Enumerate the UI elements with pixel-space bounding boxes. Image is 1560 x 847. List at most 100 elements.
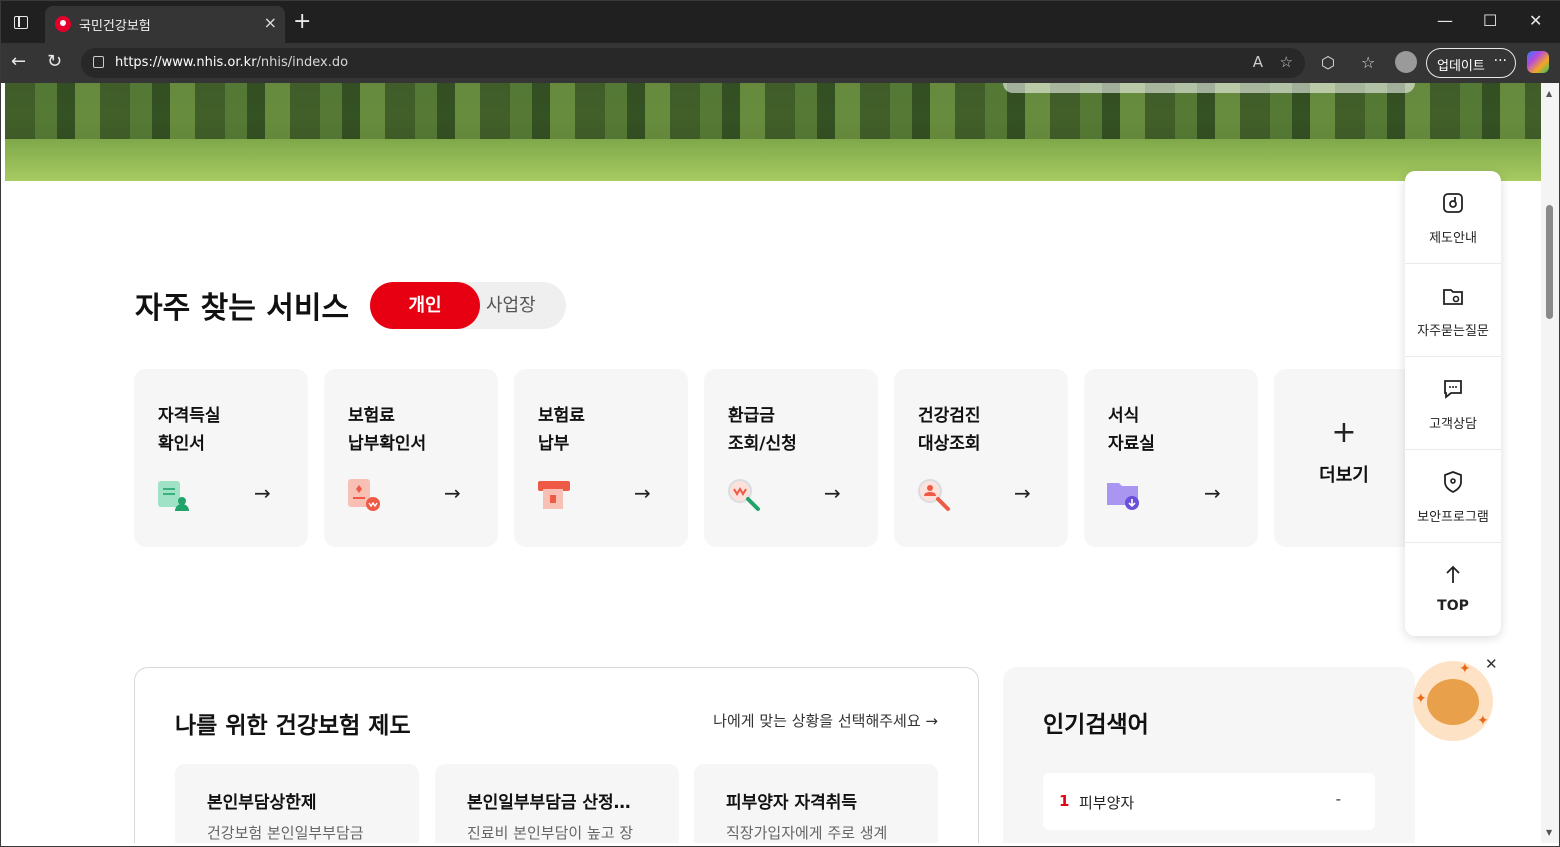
mascot-close-button[interactable]: ✕ — [1485, 655, 1498, 673]
read-aloud-icon[interactable]: A — [1253, 53, 1263, 71]
payment-receipt-icon — [348, 479, 380, 511]
service-card[interactable]: 보험료 납부 → — [514, 369, 688, 547]
tab-bar: 국민건강보험 × + — ☐ ✕ — [1, 1, 1560, 43]
folder-download-icon — [1107, 483, 1139, 510]
leaf-icon: ✦ — [1415, 691, 1427, 707]
popular-rank: 1 — [1059, 792, 1070, 810]
quick-menu-top[interactable]: TOP — [1405, 543, 1501, 636]
popular-search-panel: 인기검색어 1 피부양자 - — [1003, 667, 1415, 843]
service-card-title: 환급금 — [728, 406, 775, 426]
service-card-subtitle: 확인서 — [158, 434, 205, 454]
insurance-card-title: 피부양자 자격취득 — [726, 793, 858, 813]
quick-menu-consult[interactable]: 고객상담 — [1405, 357, 1501, 450]
service-card[interactable]: 서식 자료실 → — [1084, 369, 1258, 547]
page-scrollbar[interactable]: ▲ ▼ — [1541, 83, 1559, 843]
arrow-right-icon: → — [824, 481, 841, 505]
insurance-card-title: 본인일부부담금 산정… — [467, 793, 631, 813]
checkup-search-icon — [918, 479, 950, 511]
quick-menu-label: 고객상담 — [1429, 417, 1477, 432]
scroll-thumb[interactable] — [1546, 205, 1553, 319]
window-close-button[interactable]: ✕ — [1529, 11, 1542, 30]
service-card-subtitle: 자료실 — [1108, 434, 1155, 454]
address-bar[interactable]: https://www.nhis.or.kr/nhis/index.do A ☆ — [81, 48, 1305, 78]
arrow-right-icon: → — [1014, 481, 1031, 505]
arrow-up-icon — [1446, 565, 1460, 583]
insurance-card[interactable]: 피부양자 자격취득 직장가입자에게 주로 생계 — [694, 764, 938, 843]
toggle-business[interactable]: 사업장 — [486, 282, 536, 329]
scroll-down-icon[interactable]: ▼ — [1546, 828, 1552, 837]
tab-actions-icon[interactable] — [9, 11, 33, 35]
popular-keyword: 피부양자 — [1079, 794, 1135, 812]
service-card-subtitle: 납부확인서 — [348, 434, 427, 454]
service-card-title: 건강검진 — [918, 406, 981, 426]
quick-menu-label: 보안프로그램 — [1417, 510, 1489, 525]
toggle-personal[interactable]: 개인 — [370, 282, 480, 329]
insurance-card[interactable]: 본인일부부담금 산정… 진료비 본인부담이 높고 장 — [435, 764, 679, 843]
update-label: 업데이트 — [1437, 59, 1485, 74]
update-button[interactable]: 업데이트 ··· — [1426, 48, 1516, 78]
page-content: 자주 찾는 서비스 개인 사업장 자격득실 확인서 → 보험료 납부확인서 → … — [5, 83, 1541, 843]
arrow-right-icon: → — [634, 481, 651, 505]
insurance-card-desc: 직장가입자에게 주로 생계 — [726, 824, 888, 842]
quick-menu: 제도안내 자주묻는질문 고객상담 보안프로그램 TOP — [1405, 171, 1501, 636]
more-icon[interactable]: ··· — [1494, 53, 1507, 69]
service-card-title: 서식 — [1108, 406, 1140, 426]
nhis-favicon-icon — [55, 16, 71, 32]
payment-icon — [538, 481, 570, 509]
arrow-right-icon: → — [444, 481, 461, 505]
url-text[interactable]: https://www.nhis.or.kr/nhis/index.do — [115, 55, 348, 70]
quick-menu-label: TOP — [1437, 598, 1469, 614]
situation-select-link[interactable]: 나에게 맞는 상황을 선택해주세요 → — [713, 710, 938, 731]
tab-title: 국민건강보험 — [79, 19, 151, 34]
plus-icon: + — [1331, 415, 1357, 450]
favorites-icon[interactable]: ☆ — [1361, 53, 1375, 72]
guide-icon — [1443, 193, 1463, 213]
insurance-card[interactable]: 본인부담상한제 건강보험 본인일부부담금 — [175, 764, 419, 843]
browser-tab[interactable]: 국민건강보험 × — [45, 6, 285, 43]
extensions-icon[interactable]: ⬡ — [1321, 53, 1335, 72]
quick-menu-security[interactable]: 보안프로그램 — [1405, 450, 1501, 543]
service-card[interactable]: 자격득실 확인서 → — [134, 369, 308, 547]
leaf-icon: ✦ — [1459, 661, 1471, 677]
quick-menu-label: 제도안내 — [1429, 231, 1477, 246]
popular-change: - — [1335, 790, 1341, 808]
service-card[interactable]: 환급금 조회/신청 → — [704, 369, 878, 547]
service-card-title: 자격득실 — [158, 406, 221, 426]
hero-banner-image — [5, 83, 1541, 181]
service-card-subtitle: 조회/신청 — [728, 434, 797, 454]
services-title: 자주 찾는 서비스 — [135, 291, 350, 326]
service-card[interactable]: 건강검진 대상조회 → — [894, 369, 1068, 547]
more-services-card[interactable]: + 더보기 — [1274, 369, 1414, 547]
reload-button[interactable]: ↻ — [47, 51, 62, 73]
back-button[interactable]: ← — [11, 51, 26, 73]
insurance-card-desc: 진료비 본인부담이 높고 장 — [467, 824, 634, 842]
browser-window: 국민건강보험 × + — ☐ ✕ ← ↻ https://www.nhis.or… — [0, 0, 1560, 847]
service-type-toggle: 개인 사업장 — [370, 282, 566, 329]
popular-search-item[interactable]: 1 피부양자 - — [1043, 773, 1375, 830]
new-tab-button[interactable]: + — [293, 10, 311, 34]
tab-close-icon[interactable]: × — [264, 14, 277, 32]
insurance-title: 나를 위한 건강보험 제도 — [175, 713, 411, 739]
shield-icon — [1444, 471, 1462, 494]
insurance-system-panel: 나를 위한 건강보험 제도 나에게 맞는 상황을 선택해주세요 → 본인부담상한… — [134, 667, 979, 843]
navigation-bar: ← ↻ https://www.nhis.or.kr/nhis/index.do… — [1, 43, 1560, 83]
quick-menu-guide[interactable]: 제도안내 — [1405, 171, 1501, 264]
maximize-button[interactable]: ☐ — [1483, 11, 1497, 30]
refund-search-icon — [728, 479, 760, 511]
favorite-star-icon[interactable]: ☆ — [1280, 53, 1293, 71]
arrow-right-icon: → — [254, 481, 271, 505]
lock-icon[interactable] — [93, 56, 104, 68]
minimize-button[interactable]: — — [1437, 11, 1453, 30]
chat-icon — [1444, 380, 1462, 399]
service-card-title: 보험료 — [538, 406, 585, 426]
more-label: 더보기 — [1319, 465, 1369, 486]
service-card[interactable]: 보험료 납부확인서 → — [324, 369, 498, 547]
insurance-card-desc: 건강보험 본인일부부담금 — [207, 824, 364, 842]
profile-icon[interactable] — [1395, 51, 1417, 73]
chatbot-mascot[interactable]: ✦ ✦ ✦ — [1413, 661, 1493, 741]
copilot-icon[interactable] — [1527, 51, 1549, 73]
service-card-subtitle: 대상조회 — [918, 434, 981, 454]
certificate-icon — [158, 481, 189, 511]
scroll-up-icon[interactable]: ▲ — [1546, 89, 1552, 98]
quick-menu-faq[interactable]: 자주묻는질문 — [1405, 264, 1501, 357]
